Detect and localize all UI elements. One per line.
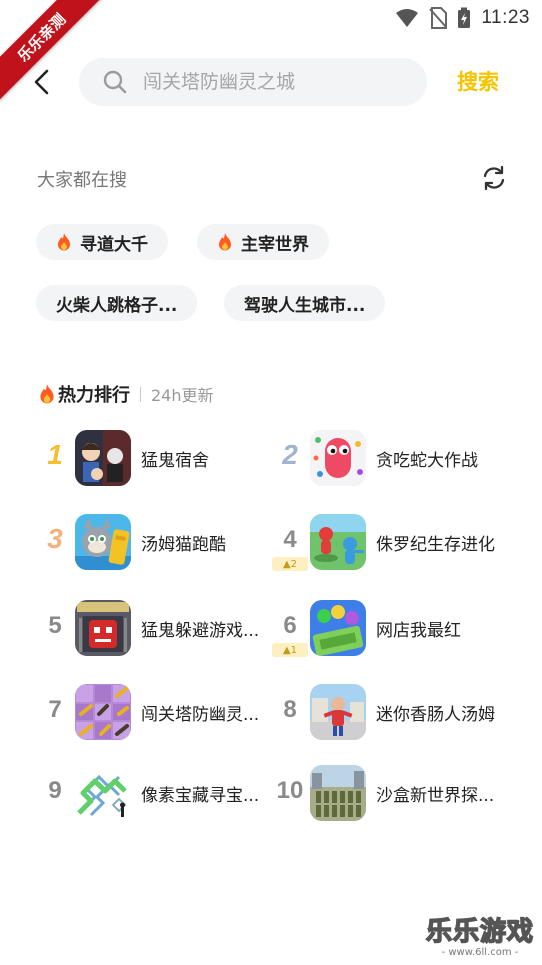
trending-tag-label: 主宰世界 xyxy=(241,234,309,255)
game-name: 网店我最红 xyxy=(376,621,461,641)
rank-trend-badge: ▲ 1 xyxy=(272,643,308,657)
rank-number: 6 xyxy=(283,612,297,639)
refresh-button[interactable] xyxy=(480,164,508,192)
flame-icon xyxy=(58,233,70,251)
watermark-ribbon-text: 乐乐亲测 xyxy=(0,0,105,101)
ranking-item[interactable]: 10 沙盒新世界探... xyxy=(272,763,512,821)
wifi-icon xyxy=(395,8,419,28)
game-icon xyxy=(310,684,366,740)
watermark-title: 乐乐游戏 xyxy=(425,916,534,948)
rank-trend-value: 1 xyxy=(290,644,298,656)
rank-trend-badge: ▲ 2 xyxy=(272,557,308,571)
arrow-up-icon: ▲ xyxy=(282,644,291,656)
ranking-item[interactable]: 7 闯关塔防幽灵... xyxy=(37,682,277,740)
status-icons: 11:23 xyxy=(395,6,530,30)
status-time: 11:23 xyxy=(481,7,530,28)
game-icon xyxy=(75,600,131,656)
game-name: 贪吃蛇大作战 xyxy=(376,451,478,471)
search-box[interactable] xyxy=(79,58,427,106)
battery-charging-icon xyxy=(457,7,471,29)
ranking-subtitle: 24h更新 xyxy=(151,386,214,405)
watermark-ribbon: 乐乐亲测 xyxy=(0,0,110,110)
rank-number: 7 xyxy=(48,696,62,723)
game-icon xyxy=(75,684,131,740)
game-icon xyxy=(310,600,366,656)
game-icon xyxy=(75,514,131,570)
ranking-header: 热力排行 24h更新 xyxy=(38,380,214,408)
ranking-item[interactable]: 2 贪吃蛇大作战 xyxy=(272,428,512,486)
rank-number: 5 xyxy=(48,612,62,639)
search-input[interactable] xyxy=(143,71,403,93)
game-icon xyxy=(75,765,131,821)
rank-trend-value: 2 xyxy=(290,558,298,570)
search-button[interactable]: 搜索 xyxy=(457,66,499,96)
no-sim-icon xyxy=(429,7,448,29)
ranking-item[interactable]: 1 猛鬼宿舍 xyxy=(37,428,277,486)
ranking-item[interactable]: 4 ▲ 2 侏罗纪生存进化 xyxy=(272,512,512,571)
ranking-item[interactable]: 6 ▲ 1 网店我最红 xyxy=(272,598,512,657)
rank-number: 1 xyxy=(47,439,63,470)
trending-tag[interactable]: 驾驶人生城市... xyxy=(224,285,386,321)
trending-tag-label: 火柴人跳格子... xyxy=(56,295,178,316)
arrow-up-icon: ▲ xyxy=(282,558,291,570)
rank-number: 8 xyxy=(283,696,297,723)
rank-number: 2 xyxy=(282,439,298,470)
trending-title: 大家都在搜 xyxy=(37,170,127,191)
game-name: 汤姆猫跑酷 xyxy=(141,535,226,555)
ranking-item[interactable]: 9 像素宝藏寻宝... xyxy=(37,763,277,821)
game-icon xyxy=(310,430,366,486)
ranking-item[interactable]: 5 猛鬼躲避游戏... xyxy=(37,598,277,656)
rank-number: 9 xyxy=(48,777,62,804)
trending-tag[interactable]: 火柴人跳格子... xyxy=(36,285,198,321)
ranking-item[interactable]: 8 迷你香肠人汤姆 xyxy=(272,682,512,740)
trending-tag-label: 寻道大千 xyxy=(80,234,148,255)
rank-number: 3 xyxy=(47,523,63,554)
watermark-logo: 乐乐游戏 - www.6ll.com - xyxy=(425,916,534,959)
rank-number: 10 xyxy=(276,777,304,804)
game-name: 迷你香肠人汤姆 xyxy=(376,705,495,725)
game-icon xyxy=(310,514,366,570)
game-name: 闯关塔防幽灵... xyxy=(141,705,260,725)
game-name: 猛鬼躲避游戏... xyxy=(141,621,260,641)
ranking-divider xyxy=(140,386,141,402)
refresh-icon xyxy=(483,165,505,191)
rank-number: 4 xyxy=(283,526,297,553)
flame-icon xyxy=(219,233,231,251)
trending-tag[interactable]: 寻道大千 xyxy=(36,224,168,260)
flame-icon xyxy=(40,384,54,404)
trending-tag[interactable]: 主宰世界 xyxy=(197,224,329,260)
watermark-url: - www.6ll.com - xyxy=(441,947,519,958)
ranking-item[interactable]: 3 汤姆猫跑酷 xyxy=(37,512,277,570)
game-name: 侏罗纪生存进化 xyxy=(376,535,495,555)
game-name: 沙盒新世界探... xyxy=(376,786,495,806)
game-name: 猛鬼宿舍 xyxy=(141,451,209,471)
game-icon xyxy=(310,765,366,821)
trending-tag-label: 驾驶人生城市... xyxy=(244,295,366,316)
ranking-title: 热力排行 xyxy=(58,385,130,406)
game-name: 像素宝藏寻宝... xyxy=(141,786,260,806)
game-icon xyxy=(75,430,131,486)
